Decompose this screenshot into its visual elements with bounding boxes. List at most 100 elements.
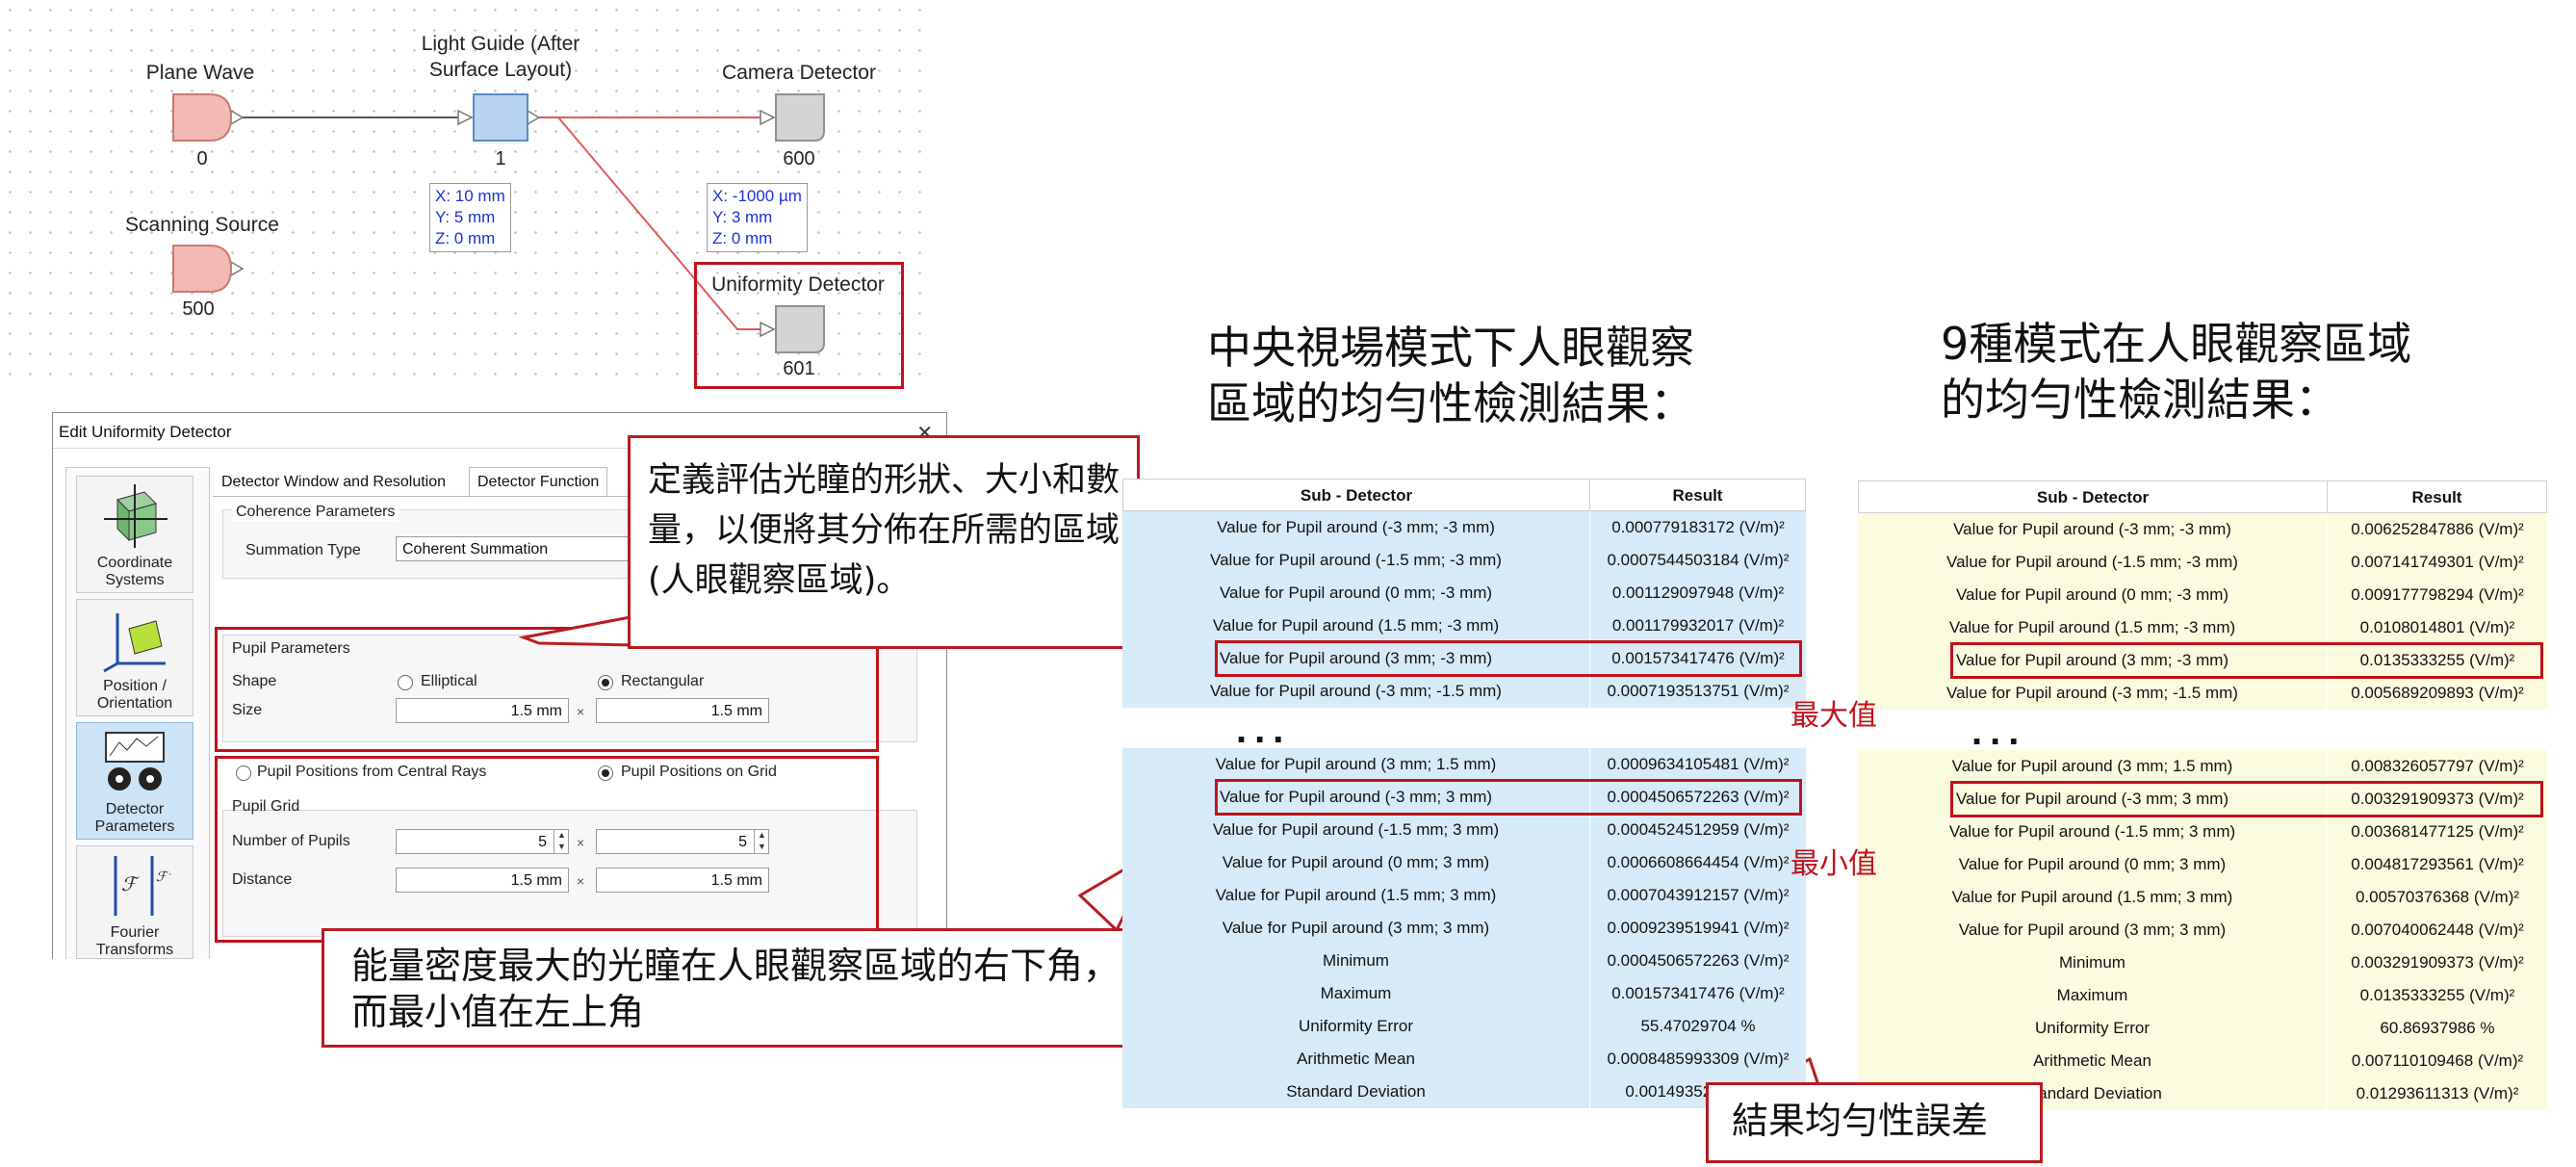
table-row: Minimum 0.0004506572263 (V/m)² xyxy=(1122,945,1806,977)
table-cell: 0.0007043912157 (V/m)² xyxy=(1590,879,1806,912)
table-row: Value for Pupil around (3 mm; 3 mm) 0.000… xyxy=(1122,912,1806,945)
table-row: Minimum 0.003291909373 (V/m)² xyxy=(1858,947,2547,979)
table-cell: Value for Pupil around (1.5 mm; -3 mm) xyxy=(1122,609,1590,642)
table-row: Maximum 0.001573417476 (V/m)² xyxy=(1122,977,1806,1010)
table-cell: 0.001129097948 (V/m)² xyxy=(1590,577,1806,609)
table-cell: 0.0108014801 (V/m)² xyxy=(2328,611,2547,644)
min-row-highlight xyxy=(1215,779,1802,816)
table-cell: Value for Pupil around (-3 mm; -3 mm) xyxy=(1122,511,1590,544)
table-row: Maximum 0.0135333255 (V/m)² xyxy=(1858,979,2547,1012)
table-cell: Uniformity Error xyxy=(1858,1012,2328,1045)
max-row-highlight xyxy=(1950,642,2543,679)
table-cell: 0.003681477125 (V/m)² xyxy=(2328,816,2547,848)
table-cell: Value for Pupil around (1.5 mm; -3 mm) xyxy=(1858,611,2328,644)
table-cell: 0.007040062448 (V/m)² xyxy=(2328,914,2547,947)
table-cell: Value for Pupil around (1.5 mm; 3 mm) xyxy=(1122,879,1590,912)
min-value-label: 最小值 xyxy=(1790,848,1877,880)
table-row: Value for Pupil around (1.5 mm; -3 mm) 0.… xyxy=(1858,611,2547,644)
table-cell: 0.007110109468 (V/m)² xyxy=(2328,1045,2547,1077)
table-cell: 0.006252847886 (V/m)² xyxy=(2328,513,2547,546)
ellipsis: ... xyxy=(1236,709,1292,751)
table-row: Value for Pupil around (3 mm; 1.5 mm) 0.0… xyxy=(1858,750,2547,783)
table-row: Value for Pupil around (1.5 mm; -3 mm) 0.… xyxy=(1122,609,1806,642)
table-row: Value for Pupil around (-3 mm; -1.5 mm) 0… xyxy=(1122,675,1806,708)
table-cell: 0.0009239519941 (V/m)² xyxy=(1590,912,1806,945)
table-cell: 0.0007193513751 (V/m)² xyxy=(1590,675,1806,708)
table-row: Value for Pupil around (0 mm; 3 mm) 0.000… xyxy=(1122,846,1806,879)
table-row: Standard Deviation 0.001493522 (V/m)² xyxy=(1122,1076,1806,1108)
table-row: Value for Pupil around (0 mm; -3 mm) 0.00… xyxy=(1122,577,1806,609)
heading-nine-modes: 9種模式在人眼觀察區域 的均勻性檢測結果： xyxy=(1941,318,2412,426)
table-cell: Minimum xyxy=(1858,947,2328,979)
table-row: Arithmetic Mean 0.0008485993309 (V/m)² xyxy=(1122,1043,1806,1076)
table-cell: 0.0008485993309 (V/m)² xyxy=(1590,1043,1806,1076)
table-cell: 0.008326057797 (V/m)² xyxy=(2328,750,2547,783)
table-cell: 0.001179932017 (V/m)² xyxy=(1590,609,1806,642)
table-cell: 0.003291909373 (V/m)² xyxy=(2328,947,2547,979)
table-row: Value for Pupil around (-3 mm; -3 mm) 0.0… xyxy=(1122,511,1806,544)
table-cell: 0.007141749301 (V/m)² xyxy=(2328,546,2547,579)
callout-pointer-pupil xyxy=(518,614,637,647)
table-cell: 0.0007544503184 (V/m)² xyxy=(1590,544,1806,577)
heading-central-mode: 中央視場模式下人眼觀察 區域的均勻性檢測結果： xyxy=(1207,322,1694,429)
table-cell: Value for Pupil around (-3 mm; -1.5 mm) xyxy=(1122,675,1590,708)
table-cell: 0.01293611313 (V/m)² xyxy=(2328,1077,2547,1110)
table-cell: Value for Pupil around (1.5 mm; 3 mm) xyxy=(1858,881,2328,914)
table-cell: 60.86937986 % xyxy=(2328,1012,2547,1045)
table-cell: 0.004817293561 (V/m)² xyxy=(2328,848,2547,881)
table-row: Value for Pupil around (3 mm; 3 mm) 0.007… xyxy=(1858,914,2547,947)
table-row: Value for Pupil around (1.5 mm; 3 mm) 0.0… xyxy=(1858,881,2547,914)
table-row: Value for Pupil around (-1.5 mm; 3 mm) 0.… xyxy=(1858,816,2547,848)
table-row: Value for Pupil around (1.5 mm; 3 mm) 0.0… xyxy=(1122,879,1806,912)
table-cell: Standard Deviation xyxy=(1122,1076,1590,1108)
table-cell: 0.000779183172 (V/m)² xyxy=(1590,511,1806,544)
table-cell: Value for Pupil around (-1.5 mm; 3 mm) xyxy=(1122,814,1590,846)
corner-description-callout: 能量密度最大的光瞳在人眼觀察區域的右下角，而最小值在左上角 xyxy=(322,928,1172,1048)
table-row: Arithmetic Mean 0.007110109468 (V/m)² xyxy=(1858,1045,2547,1077)
table-cell: Value for Pupil around (-3 mm; -1.5 mm) xyxy=(1858,677,2328,710)
results-table-central: Sub - Detector Result Value for Pupil arou… xyxy=(1122,479,1806,1126)
table-row: Uniformity Error 60.86937986 % xyxy=(1858,1012,2547,1045)
column-header: Sub - Detector xyxy=(1122,479,1590,511)
table-cell: 0.0004506572263 (V/m)² xyxy=(1590,945,1806,977)
ellipsis: ... xyxy=(1971,711,2027,753)
table-cell: Maximum xyxy=(1122,977,1590,1010)
table-cell: 0.00570376368 (V/m)² xyxy=(2328,881,2547,914)
table-cell: 0.0006608664454 (V/m)² xyxy=(1590,846,1806,879)
table-row: Value for Pupil around (-3 mm; -1.5 mm) 0… xyxy=(1858,677,2547,710)
table-cell: Maximum xyxy=(1858,979,2328,1012)
table-cell: 0.005689209893 (V/m)² xyxy=(2328,677,2547,710)
table-cell: 0.0004524512959 (V/m)² xyxy=(1590,814,1806,846)
max-value-label: 最大值 xyxy=(1790,700,1877,732)
table-cell: Value for Pupil around (-1.5 mm; -3 mm) xyxy=(1858,546,2328,579)
table-cell: Minimum xyxy=(1122,945,1590,977)
table-cell: Value for Pupil around (-1.5 mm; -3 mm) xyxy=(1122,544,1590,577)
pupil-description-callout: 定義評估光瞳的形狀、大小和數量，以便將其分佈在所需的區域(人眼觀察區域)。 xyxy=(628,435,1140,649)
table-cell: Uniformity Error xyxy=(1122,1010,1590,1043)
table-cell: Arithmetic Mean xyxy=(1122,1043,1590,1076)
table-cell: Arithmetic Mean xyxy=(1858,1045,2328,1077)
uniformity-error-callout: 結果均勻性誤差 xyxy=(1706,1082,2043,1163)
table-cell: Value for Pupil around (0 mm; -3 mm) xyxy=(1858,579,2328,611)
column-header: Sub - Detector xyxy=(1858,480,2328,513)
column-header: Result xyxy=(2328,480,2547,513)
table-cell: Value for Pupil around (3 mm; 1.5 mm) xyxy=(1122,748,1590,781)
table-cell: 0.0009634105481 (V/m)² xyxy=(1590,748,1806,781)
table-cell: Value for Pupil around (0 mm; 3 mm) xyxy=(1858,848,2328,881)
table-cell: 0.009177798294 (V/m)² xyxy=(2328,579,2547,611)
table-cell: Value for Pupil around (-1.5 mm; 3 mm) xyxy=(1858,816,2328,848)
table-row: Value for Pupil around (0 mm; 3 mm) 0.004… xyxy=(1858,848,2547,881)
table-row: Value for Pupil around (0 mm; -3 mm) 0.00… xyxy=(1858,579,2547,611)
table-cell: Value for Pupil around (0 mm; -3 mm) xyxy=(1122,577,1590,609)
column-header: Result xyxy=(1590,479,1806,511)
table-row: Value for Pupil around (-1.5 mm; 3 mm) 0.… xyxy=(1122,814,1806,846)
table-cell: Value for Pupil around (3 mm; 1.5 mm) xyxy=(1858,750,2328,783)
table-cell: Value for Pupil around (-3 mm; -3 mm) xyxy=(1858,513,2328,546)
table-cell: Value for Pupil around (0 mm; 3 mm) xyxy=(1122,846,1590,879)
table-cell: 55.47029704 % xyxy=(1590,1010,1806,1043)
table-header: Sub - Detector Result xyxy=(1858,480,2547,513)
table-cell: Value for Pupil around (3 mm; 3 mm) xyxy=(1858,914,2328,947)
max-row-highlight xyxy=(1215,640,1802,677)
table-row: Value for Pupil around (3 mm; 1.5 mm) 0.0… xyxy=(1122,748,1806,781)
results-table-nine-modes: Sub - Detector Result Value for Pupil arou… xyxy=(1858,480,2547,1128)
